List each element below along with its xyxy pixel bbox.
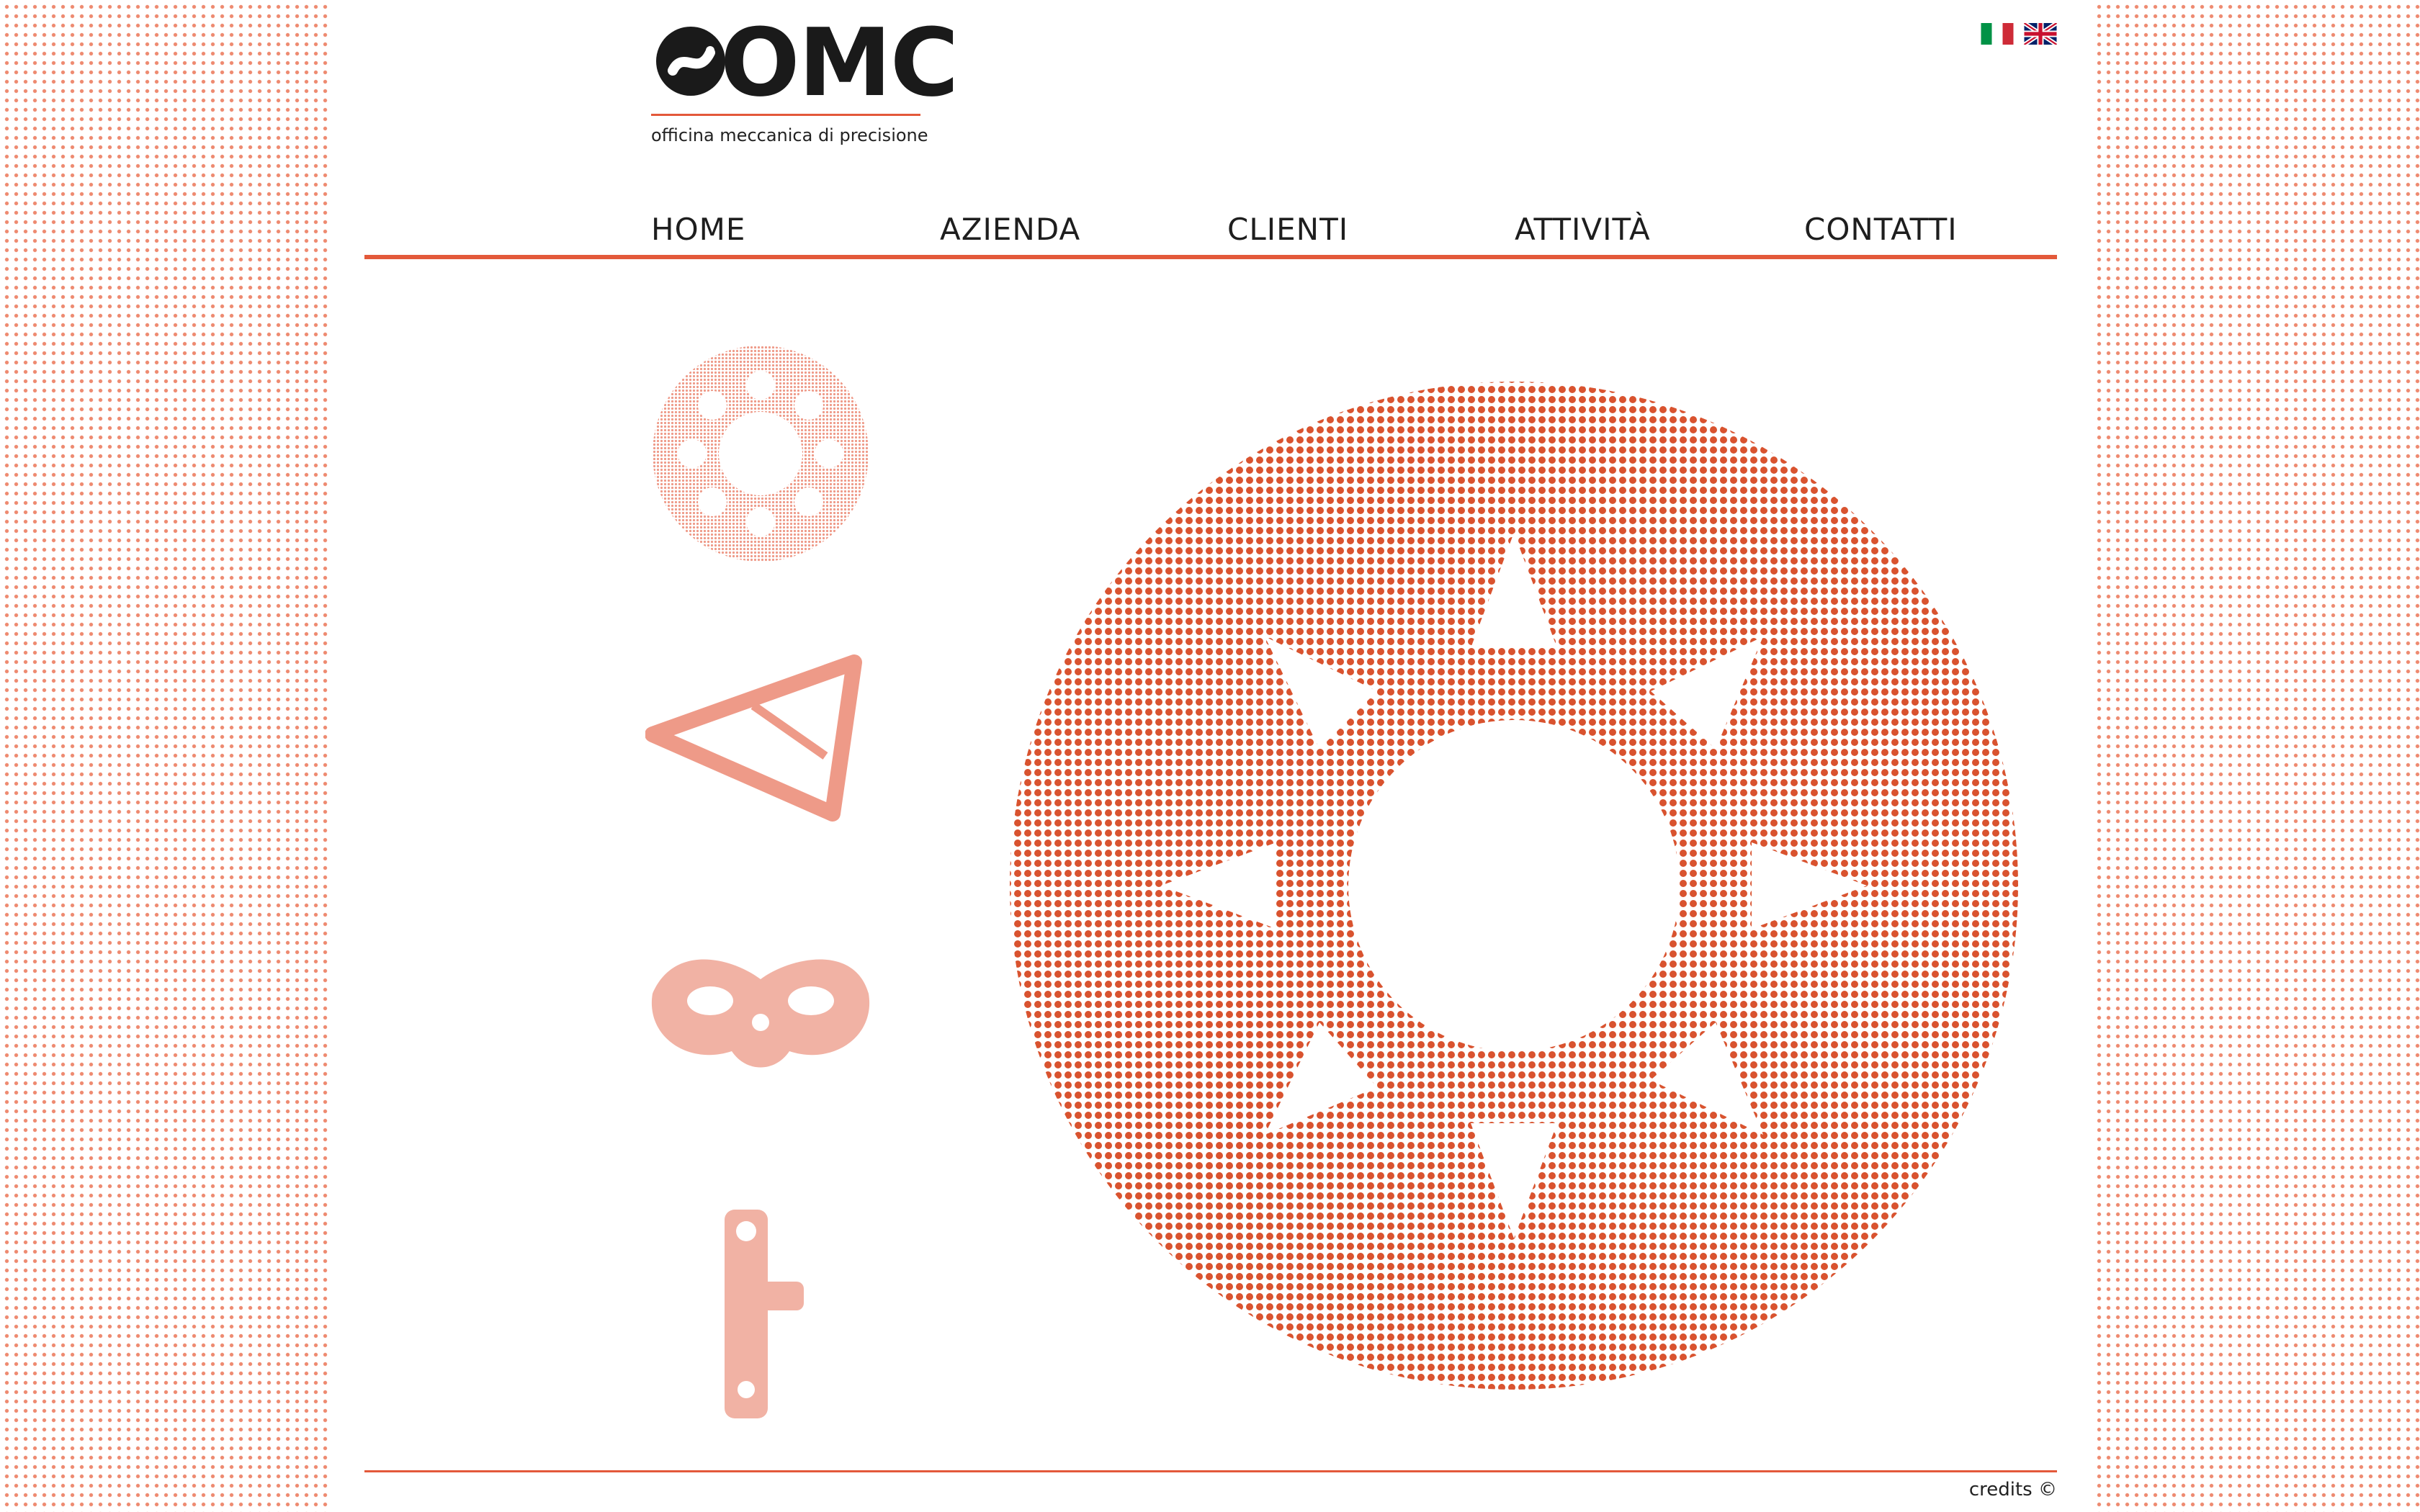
vertical-bracket-icon[interactable] (645, 1195, 876, 1426)
dotted-background-left (0, 0, 328, 1512)
logo-underline (651, 114, 920, 116)
nav-item-contatti[interactable]: CONTATTI (1804, 212, 1958, 247)
main-nav: HOME AZIENDA CLIENTI ATTIVITÀ CONTATTI (364, 203, 2057, 261)
footer-rule (364, 1470, 2057, 1472)
nav-item-home[interactable]: HOME (651, 212, 745, 247)
sprocket-icon[interactable] (645, 338, 876, 569)
logo-tagline: officina meccanica di precisione (651, 125, 928, 145)
triangle-arm-icon[interactable] (645, 648, 876, 878)
uk-flag-icon[interactable] (2024, 23, 2057, 45)
mask-part-icon[interactable] (645, 929, 876, 1159)
language-switcher (1981, 23, 2057, 45)
italy-flag-icon[interactable] (1981, 23, 2014, 45)
nav-item-azienda[interactable]: AZIENDA (940, 212, 1080, 247)
nav-item-clienti[interactable]: CLIENTI (1227, 212, 1348, 247)
large-sprocket-icon[interactable] (1003, 374, 2025, 1397)
page-container: OMC officina meccanica di precisione HOM… (364, 0, 2057, 1512)
dotted-background-right (2092, 0, 2420, 1512)
nav-underline (364, 255, 2057, 259)
omc-logo[interactable]: OMC officina meccanica di precisione (651, 16, 959, 150)
nav-item-attivita[interactable]: ATTIVITÀ (1515, 212, 1651, 247)
credits-link[interactable]: credits © (1969, 1479, 2057, 1500)
logo-wordmark: OMC (720, 8, 959, 117)
